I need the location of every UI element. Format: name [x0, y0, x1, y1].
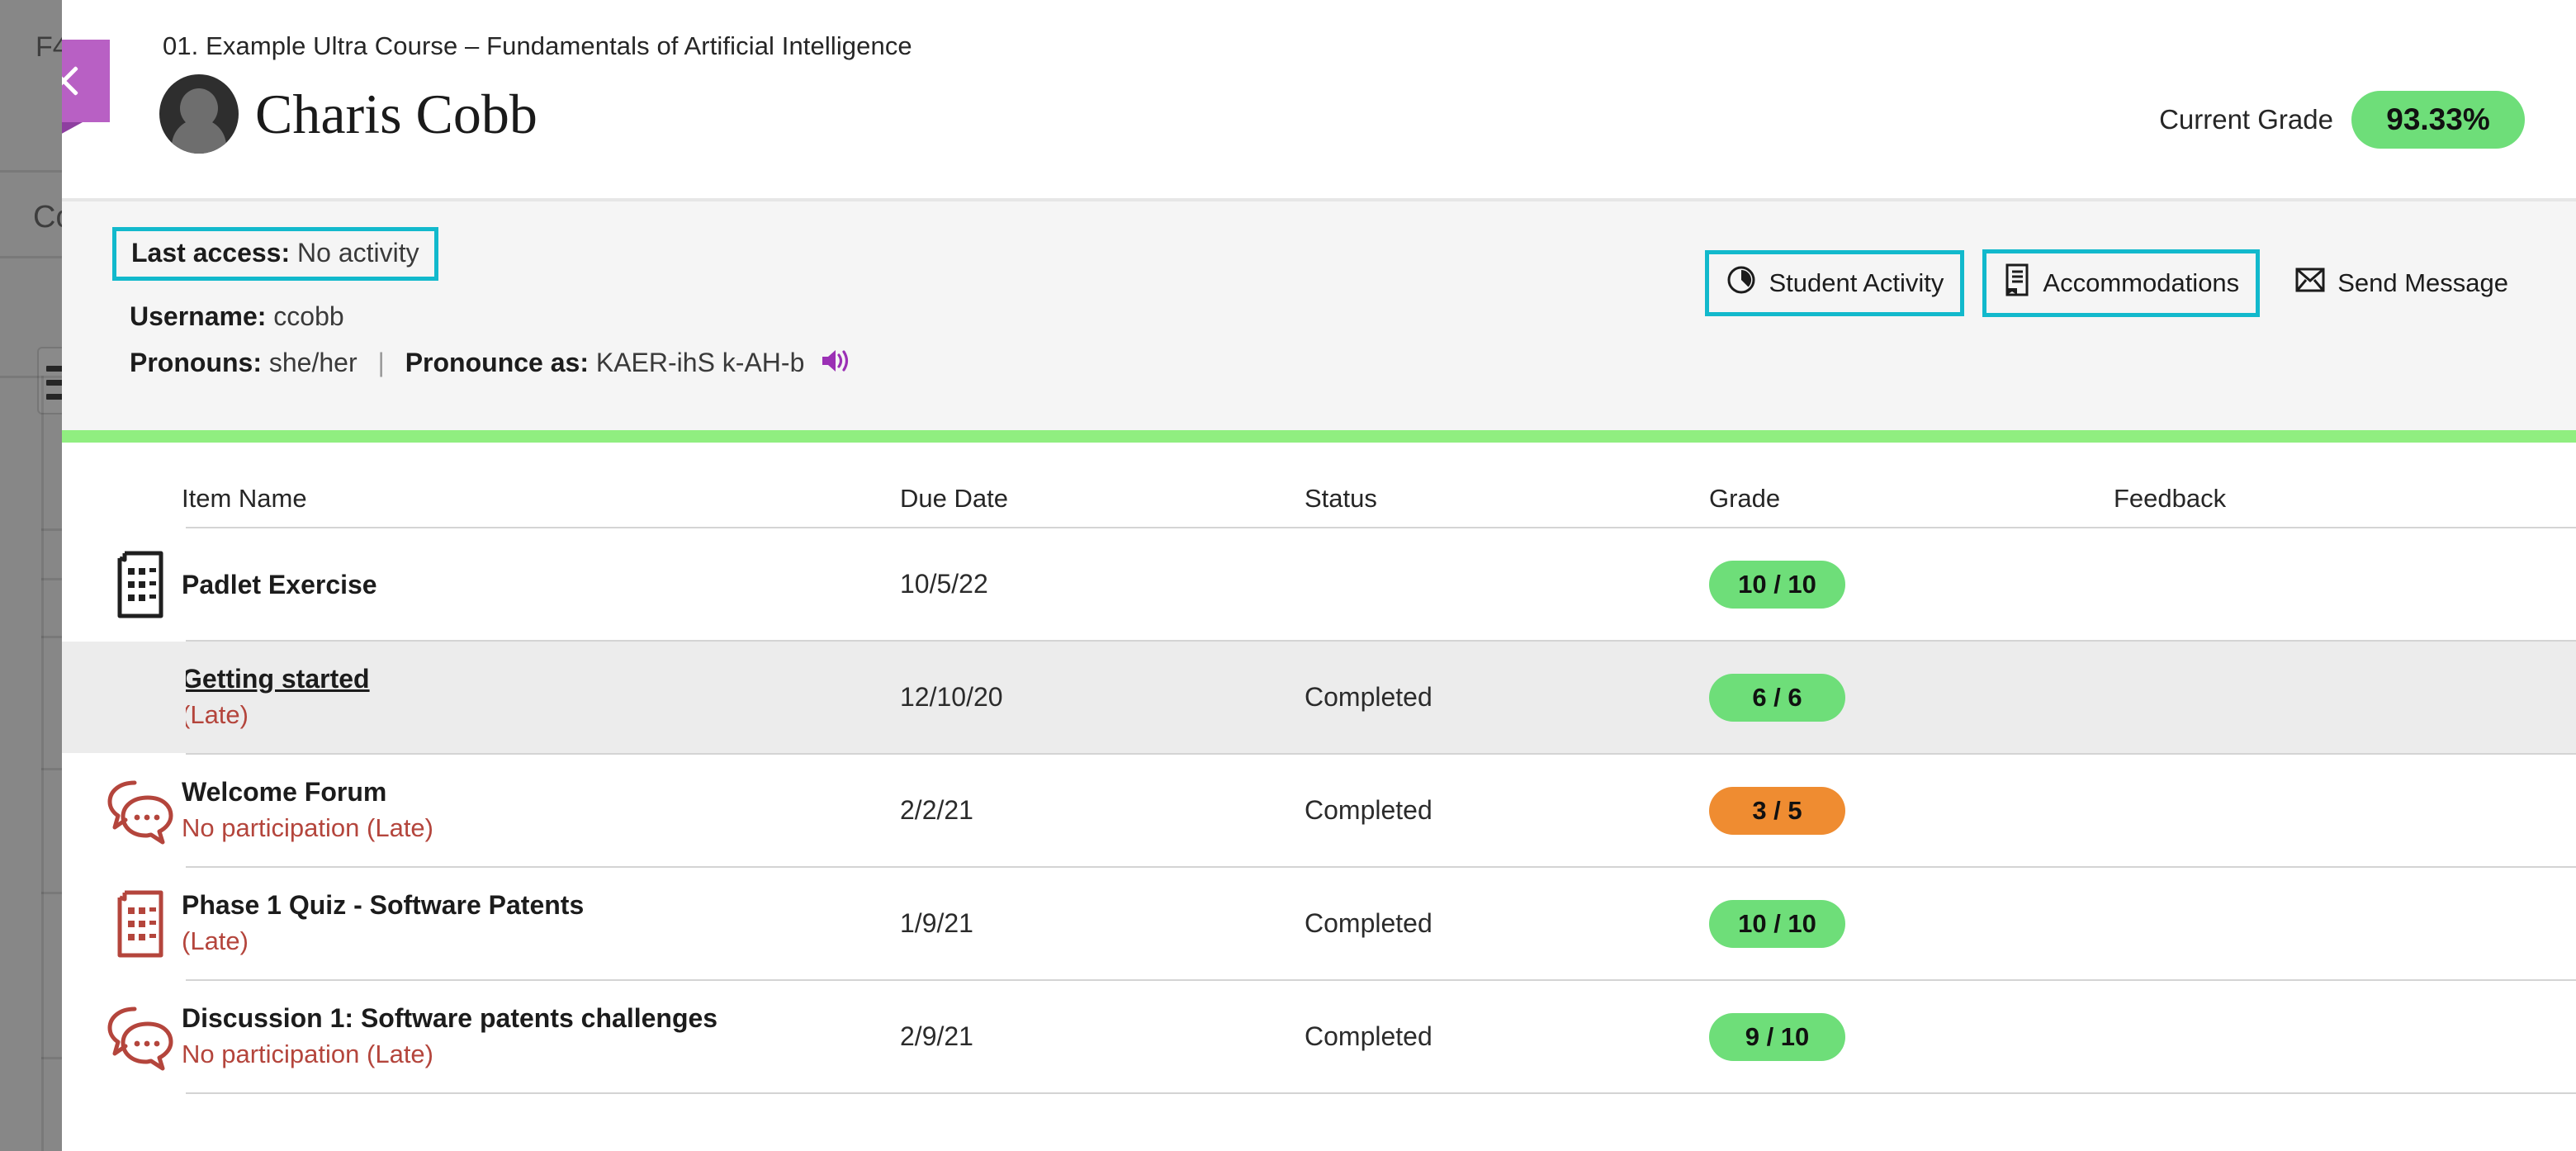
book-icon — [2003, 263, 2031, 303]
cell-status: Completed — [1305, 682, 1709, 713]
discussion-icon — [99, 776, 182, 845]
item-status-note: No participation (Late) — [182, 812, 900, 845]
cell-grade: 10 / 10 — [1709, 900, 2114, 948]
column-header-grade: Grade — [1709, 484, 2114, 514]
grade-badge: 9 / 10 — [1709, 1013, 1845, 1061]
avatar — [159, 74, 239, 154]
close-tab-square[interactable] — [62, 40, 110, 122]
column-header-due-date: Due Date — [900, 484, 1305, 514]
backdrop-divider-6 — [41, 636, 62, 638]
backdrop-left-strip — [0, 0, 62, 1151]
backdrop-divider-5 — [41, 578, 62, 580]
cell-due-date: 1/9/21 — [900, 908, 1305, 939]
username-value: ccobb — [273, 301, 343, 331]
item-name-text: Phase 1 Quiz - Software Patents — [182, 888, 900, 921]
backdrop-vertical-rule — [41, 376, 44, 1151]
last-access-value: No activity — [297, 238, 419, 268]
send-message-label: Send Message — [2337, 268, 2508, 298]
current-grade-label: Current Grade — [2159, 104, 2333, 135]
grade-badge: 6 / 6 — [1709, 674, 1845, 722]
cell-item-name: Padlet Exercise — [182, 568, 900, 601]
column-header-item-name: Item Name — [182, 484, 900, 514]
cell-item-name: Getting started (Late) — [182, 662, 900, 732]
backdrop-divider-9 — [41, 1057, 62, 1059]
item-status-note: (Late) — [182, 925, 900, 958]
current-grade-group: Current Grade 93.33% — [2159, 91, 2525, 149]
student-overview-panel: 01. Example Ultra Course – Fundamentals … — [62, 0, 2576, 1151]
cell-due-date: 2/2/21 — [900, 795, 1305, 826]
backdrop-divider-1 — [0, 170, 62, 173]
status-divider-bar — [62, 430, 2576, 443]
item-name-text: Welcome Forum — [182, 775, 900, 808]
student-action-buttons: Student Activity Accommodations — [1705, 249, 2525, 317]
cell-item-name: Discussion 1: Software patents challenge… — [182, 1002, 900, 1071]
item-name-text: Discussion 1: Software patents challenge… — [182, 1002, 900, 1035]
pronouns-line: Pronouns: she/her | Pronounce as: KAER-i… — [130, 347, 851, 381]
pronouns-separator: | — [365, 348, 398, 377]
item-status-note: No participation (Late) — [182, 1038, 900, 1071]
close-panel-button[interactable] — [62, 40, 110, 122]
grade-badge: 3 / 5 — [1709, 787, 1845, 835]
cell-status: Completed — [1305, 908, 1709, 939]
table-row[interactable]: Phase 1 Quiz - Software Patents(Late)1/9… — [186, 868, 2576, 981]
pronounce-label: Pronounce as: — [405, 348, 589, 377]
last-access-line: Last access: No activity — [130, 236, 851, 287]
backdrop-divider-7 — [41, 768, 62, 770]
envelope-icon — [2294, 267, 2326, 300]
grades-table: Item Name Due Date Status Grade Feedback… — [62, 443, 2576, 1094]
item-status-note: (Late) — [182, 699, 900, 732]
send-message-button[interactable]: Send Message — [2278, 257, 2525, 310]
cell-due-date: 2/9/21 — [900, 1021, 1305, 1052]
cell-status: Completed — [1305, 1021, 1709, 1052]
cell-due-date: 12/10/20 — [900, 682, 1305, 713]
student-info-details: Last access: No activity Username: ccobb… — [130, 236, 851, 396]
last-access-label: Last access: — [131, 238, 290, 268]
last-access-highlight[interactable]: Last access: No activity — [112, 227, 438, 281]
table-body: Padlet Exercise10/5/22 10 / 10 Getting sta… — [62, 528, 2576, 1094]
cell-status: Completed — [1305, 795, 1709, 826]
cell-grade: 6 / 6 — [1709, 674, 2114, 722]
clock-icon — [1726, 264, 1757, 302]
student-activity-label: Student Activity — [1769, 268, 1944, 298]
accommodations-label: Accommodations — [2043, 268, 2239, 298]
current-grade-badge: 93.33% — [2351, 91, 2525, 149]
table-row[interactable]: Padlet Exercise10/5/2210 / 10 — [186, 528, 2576, 642]
cell-item-name: Welcome Forum No participation (Late) — [182, 775, 900, 845]
speaker-icon[interactable] — [820, 347, 851, 381]
discussion-icon — [99, 1002, 182, 1072]
username-line: Username: ccobb — [130, 301, 851, 332]
column-header-status: Status — [1305, 484, 1709, 514]
grade-badge: 10 / 10 — [1709, 561, 1845, 609]
backdrop-divider-2 — [0, 256, 62, 258]
avatar-body — [172, 119, 226, 154]
username-label: Username: — [130, 301, 266, 331]
cell-grade: 10 / 10 — [1709, 561, 2114, 609]
item-name-link[interactable]: Getting started — [182, 662, 900, 695]
close-icon — [62, 62, 83, 100]
column-header-feedback: Feedback — [2114, 484, 2518, 514]
cell-grade: 3 / 5 — [1709, 787, 2114, 835]
pronouns-label: Pronouns: — [130, 348, 262, 377]
grade-badge: 10 / 10 — [1709, 900, 1845, 948]
cell-item-name: Phase 1 Quiz - Software Patents (Late) — [182, 888, 900, 958]
backdrop-divider-8 — [41, 892, 62, 894]
pronounce-value: KAER-ihS k-AH-b — [596, 348, 805, 377]
backdrop-divider-4 — [41, 528, 62, 531]
panel-header: 01. Example Ultra Course – Fundamentals … — [62, 0, 2576, 201]
table-row[interactable]: Getting started(Late)12/10/20Completed6 … — [186, 642, 2576, 755]
student-name: Charis Cobb — [255, 86, 537, 142]
accommodations-button[interactable]: Accommodations — [1982, 249, 2260, 317]
cell-grade: 9 / 10 — [1709, 1013, 2114, 1061]
table-row[interactable]: Welcome ForumNo participation (Late)2/2/… — [186, 755, 2576, 868]
table-header-row: Item Name Due Date Status Grade Feedback — [186, 443, 2576, 528]
pronouns-value: she/her — [269, 348, 358, 377]
assignment-icon — [99, 889, 182, 959]
table-row[interactable]: Discussion 1: Software patents challenge… — [186, 981, 2576, 1094]
item-name-text: Padlet Exercise — [182, 568, 900, 601]
assignment-icon — [99, 663, 182, 732]
student-activity-button[interactable]: Student Activity — [1705, 250, 1964, 316]
course-title: 01. Example Ultra Course – Fundamentals … — [163, 31, 2525, 61]
assignment-icon — [99, 550, 182, 619]
cell-due-date: 10/5/22 — [900, 569, 1305, 599]
